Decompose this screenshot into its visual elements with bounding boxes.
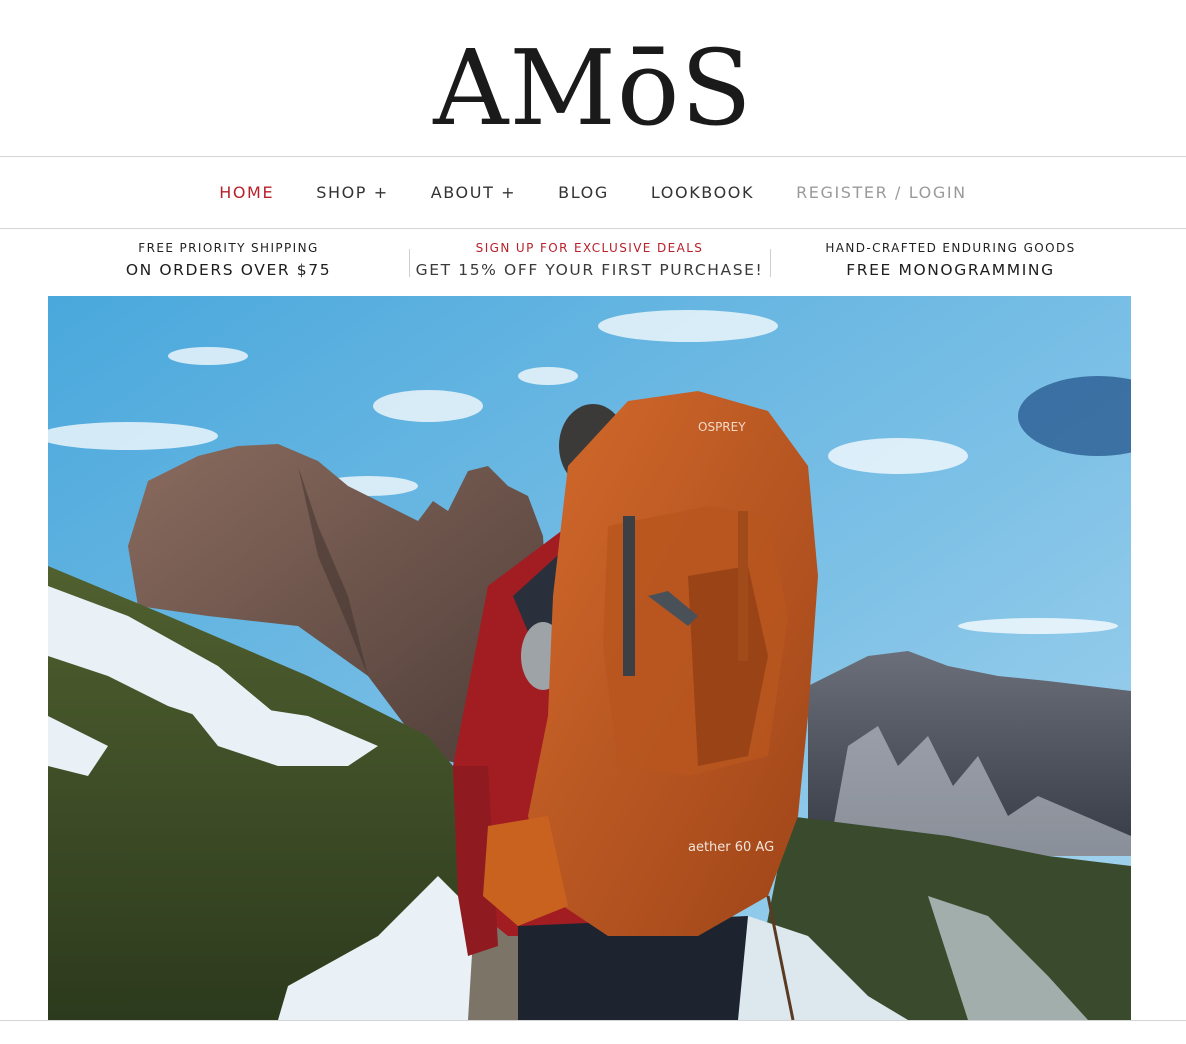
nav-divider [0, 228, 1186, 229]
hero-photo-hiker: OSPREY aether 60 AG [48, 296, 1131, 1020]
site-logo[interactable]: AMōS [433, 32, 752, 144]
main-nav: HOME SHOP + ABOUT + BLOG LOOKBOOK REGIST… [0, 157, 1186, 228]
promo-signup-detail: GET 15% OFF YOUR FIRST PURCHASE! [415, 261, 764, 279]
nav-item-home[interactable]: HOME [198, 183, 295, 202]
promo-monogram-detail: FREE MONOGRAMMING [846, 261, 1055, 279]
header: AMōS [0, 0, 1186, 156]
promo-monogram[interactable]: HAND-CRAFTED ENDURING GOODS FREE MONOGRA… [770, 236, 1131, 288]
hero-image[interactable]: OSPREY aether 60 AG [48, 296, 1131, 1020]
nav-item-register-login[interactable]: REGISTER / LOGIN [775, 183, 988, 202]
promo-shipping-title: FREE PRIORITY SHIPPING [138, 241, 319, 255]
backpack-model-label: aether 60 AG [688, 840, 774, 855]
promo-shipping-detail: ON ORDERS OVER $75 [125, 261, 332, 279]
promo-monogram-title: HAND-CRAFTED ENDURING GOODS [825, 241, 1076, 255]
nav-item-about[interactable]: ABOUT + [410, 183, 537, 202]
promo-signup-title: SIGN UP FOR EXCLUSIVE DEALS [475, 241, 704, 255]
nav-item-shop[interactable]: SHOP + [295, 183, 410, 202]
page: AMōS HOME SHOP + ABOUT + BLOG LOOKBOOK R… [0, 0, 1186, 1044]
backpack-brand-label: OSPREY [698, 420, 746, 434]
promo-shipping[interactable]: FREE PRIORITY SHIPPING ON ORDERS OVER $7… [48, 236, 409, 288]
nav-item-lookbook[interactable]: LOOKBOOK [630, 183, 775, 202]
promo-strip: FREE PRIORITY SHIPPING ON ORDERS OVER $7… [48, 236, 1131, 288]
nav-item-blog[interactable]: BLOG [537, 183, 630, 202]
promo-signup[interactable]: SIGN UP FOR EXCLUSIVE DEALS GET 15% OFF … [409, 236, 770, 288]
footer-divider [0, 1020, 1186, 1021]
